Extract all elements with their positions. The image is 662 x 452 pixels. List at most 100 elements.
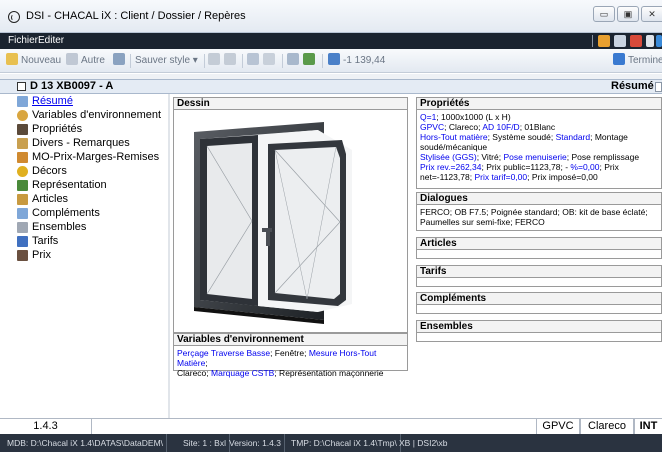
- prop-text: ; Système soudé;: [487, 132, 556, 142]
- status-version: Version: 1.4.3: [226, 434, 285, 452]
- complements-panel: Compléments: [416, 292, 662, 314]
- terminer-label: Terminer: [628, 55, 662, 66]
- mail-icon[interactable]: [614, 35, 626, 47]
- variables-body: Perçage Traverse Basse; Fenêtre; Mesure …: [174, 346, 407, 380]
- toolbar: Nouveau Autre Sauver style ▾ -1 139,44 T…: [0, 49, 662, 73]
- variables-text: ; Fenêtre;: [270, 348, 309, 358]
- percage-link[interactable]: Perçage Traverse Basse: [177, 348, 270, 358]
- tarifs-panel: Tarifs: [416, 265, 662, 287]
- prop-text: ; Vitré;: [476, 152, 504, 162]
- dialogues-body: FERCO; OB F7.5; Poignée standard; OB: ki…: [420, 207, 648, 227]
- document-checkbox[interactable]: [17, 82, 26, 91]
- tools-icon[interactable]: [630, 35, 642, 47]
- close-button[interactable]: ✕: [641, 6, 662, 22]
- variables-panel: Variables d'environnement Perçage Traver…: [173, 333, 408, 378]
- properties-icon: [17, 124, 28, 135]
- variables-text: ; Représentation maçonnerie: [274, 368, 384, 378]
- marquage-link[interactable]: Marquage CSTB: [211, 368, 274, 378]
- prop-text: ; Pose remplissage: [566, 152, 640, 162]
- menu-fichier[interactable]: Fichier: [8, 35, 38, 46]
- sauver-style-button[interactable]: Sauver style ▾: [135, 53, 198, 69]
- prop-text: ; Prix imposé=0,00: [527, 172, 598, 182]
- report-button[interactable]: [287, 53, 302, 69]
- window-title: DSI - CHACAL iX : Client / Dossier / Rep…: [26, 10, 246, 22]
- ensembles-icon: [17, 222, 28, 233]
- prix-tarif-link[interactable]: Prix tarif=0,00: [474, 172, 527, 182]
- delete-icon: [224, 53, 236, 65]
- document-icon: [17, 96, 28, 107]
- status-tmp: TMP: D:\Chacal iX 1.4\Tmp\: [288, 434, 401, 452]
- terminer-icon: [613, 53, 625, 65]
- report-icon: [287, 53, 299, 65]
- price-button[interactable]: -1 139,44: [328, 53, 385, 69]
- edit-button[interactable]: [247, 53, 262, 69]
- grid-icon[interactable]: [646, 35, 654, 47]
- proprietes-panel: Propriétés Q=1; 1000x1000 (L x H) GPVC; …: [416, 97, 662, 189]
- price-amount: -1 139,44: [343, 55, 386, 66]
- info-bar: 1.4.3 GPVC Clareco INT: [0, 418, 662, 434]
- variables-text: Clareco;: [177, 368, 212, 378]
- delete-button[interactable]: [224, 53, 239, 69]
- status-mdb: MDB: D:\Chacal iX 1.4\DATAS\DataDEM\: [4, 434, 168, 452]
- copy-doc-icon: [208, 53, 220, 65]
- toolbar-separator: [242, 54, 243, 68]
- menu-bar: Fichier Editer: [0, 33, 662, 49]
- quantity-link[interactable]: Q=1: [420, 112, 436, 122]
- prop-text: ; Clareco;: [444, 122, 483, 132]
- articles-panel: Articles: [416, 237, 662, 259]
- palette-icon: [17, 166, 28, 177]
- remise-link[interactable]: %=0,00: [570, 162, 599, 172]
- menu-editer[interactable]: Editer: [38, 35, 64, 46]
- terminer-button[interactable]: Terminer: [613, 53, 662, 69]
- autre-button[interactable]: Autre: [66, 53, 105, 69]
- dessin-header: Dessin: [174, 98, 407, 110]
- stylisee-link[interactable]: Stylisée (GGS): [420, 152, 477, 162]
- dialogues-panel: Dialogues FERCO; OB F7.5; Poignée standa…: [416, 192, 662, 231]
- nouveau-button[interactable]: Nouveau: [6, 53, 61, 69]
- undo-button[interactable]: [263, 53, 278, 69]
- window-drawing: [194, 122, 352, 324]
- hors-tout-link[interactable]: Hors-Tout matière: [420, 132, 488, 142]
- proprietes-header: Propriétés: [417, 98, 661, 110]
- calc-button[interactable]: [303, 53, 318, 69]
- prop-text: ; 1000x1000 (L x H): [436, 112, 511, 122]
- price-icon: [328, 53, 340, 65]
- dialogues-header: Dialogues: [417, 193, 661, 205]
- dessin-panel: Dessin: [173, 97, 408, 333]
- int-cell: INT: [634, 419, 662, 434]
- save-icon: [113, 53, 125, 65]
- autre-label: Autre: [81, 55, 105, 66]
- minimize-button[interactable]: ▭: [593, 6, 615, 22]
- prix-rev-link[interactable]: Prix rev.=262,34: [420, 162, 482, 172]
- standard-link[interactable]: Standard: [556, 132, 591, 142]
- complements-header: Compléments: [417, 293, 661, 305]
- toolbar-separator: [282, 54, 283, 68]
- sidebar-splitter[interactable]: [168, 94, 170, 418]
- copy-button[interactable]: [208, 53, 223, 69]
- maximize-button[interactable]: ▣: [617, 6, 639, 22]
- save-button[interactable]: [113, 53, 128, 69]
- pose-link[interactable]: Pose menuiserie: [503, 152, 566, 162]
- version-cell: 1.4.3: [0, 419, 92, 434]
- clareco-cell: Clareco: [580, 419, 634, 434]
- undo-icon: [263, 53, 275, 65]
- home-icon[interactable]: [598, 35, 610, 47]
- document-header: D 13 XB0097 - A Résumé: [0, 79, 662, 94]
- prop-text: ; 01Blanc: [519, 122, 556, 132]
- sidebar-nav: Résumé Variables d'environnement Proprié…: [0, 94, 168, 418]
- menu-separator: [592, 35, 593, 47]
- edit-icon: [247, 53, 259, 65]
- prix-icon: [17, 250, 28, 261]
- complements-icon: [17, 208, 28, 219]
- proprietes-body: Q=1; 1000x1000 (L x H) GPVC; Clareco; AD…: [417, 110, 661, 184]
- app-icon: [8, 11, 20, 23]
- articles-icon: [17, 194, 28, 205]
- new-icon: [6, 53, 18, 65]
- variables-text: ;: [205, 358, 208, 368]
- help-icon[interactable]: [656, 35, 662, 47]
- ad10-link[interactable]: AD 10F/D: [482, 122, 519, 132]
- resume-dropdown-icon[interactable]: [655, 82, 662, 92]
- gpvc-link[interactable]: GPVC: [420, 122, 444, 132]
- tarifs-header: Tarifs: [417, 266, 661, 278]
- ensembles-header: Ensembles: [417, 321, 661, 333]
